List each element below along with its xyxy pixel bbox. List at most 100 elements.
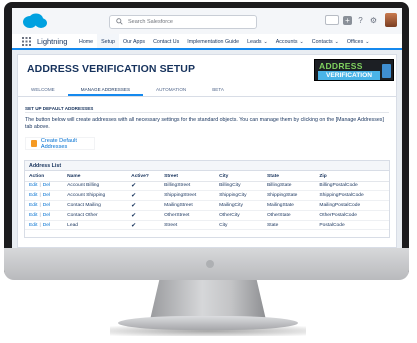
nav-item-label: Our Apps [122,39,146,45]
cell-zip: BillingPostalCode [315,181,389,192]
monitor-stand-neck [150,280,266,320]
help-icon[interactable]: ? [356,16,365,25]
action-separator: | [39,183,41,189]
section-heading: SET UP DEFAULT ADDRESSES [25,106,94,111]
nav-item-contacts[interactable]: Contacts ⌄ [308,34,343,50]
cell-city: OtherCity [215,210,263,221]
tab-beta[interactable]: BETA [199,83,237,96]
gear-icon[interactable]: ⚙ [369,16,378,25]
cell-active: ✔ [127,181,161,192]
nav-item-label: Contacts [311,39,333,45]
row-actions: Edit | Del [25,190,64,202]
delete-link[interactable]: Del [43,213,50,218]
nav-item-leads[interactable]: Leads ⌄ [243,34,272,50]
nav-item-label: Setup [101,39,115,45]
create-button-label: Create Default Addresses [40,137,77,150]
logo-text-top: ADDRESS [319,61,363,71]
chevron-down-icon[interactable]: ⌄ [264,39,268,45]
nav-item-label: Accounts [275,39,298,45]
edit-link[interactable]: Edit [29,213,37,218]
nav-item-implementation-guide[interactable]: Implementation Guide [183,34,243,50]
nav-item-label: Contact Us [153,39,180,45]
nav-item-contact-us[interactable]: Contact Us [149,34,183,50]
cell-street: MailingStreet [160,200,216,211]
section-description: The button below will create addresses w… [25,117,384,130]
action-separator: | [39,202,41,208]
cell-street: ShippingStreet [160,190,216,202]
app-name: Lightning [37,37,68,46]
cell-name: Contact Other [63,210,128,221]
cell-state: ShippingState [262,190,316,202]
header-utilities: + ? ⚙ ♪ [325,15,391,25]
address-table: Action Name Active? Street City State Zip Edit… [25,172,389,231]
tab-manage-addresses[interactable]: MANAGE ADDRESSES [67,83,144,96]
cell-active: ✔ [127,190,161,202]
column-header: City [215,172,263,182]
cell-active: ✔ [127,200,161,211]
create-default-addresses-button[interactable]: Create Default Addresses [25,137,95,150]
chevron-down-icon[interactable]: ⌄ [365,39,369,45]
cell-zip: OtherPostalCode [315,210,389,221]
column-header: Zip [315,172,389,182]
chevron-down-icon[interactable]: ⌄ [335,39,339,45]
cell-street: BillingStreet [160,181,216,192]
address-list-title: Address List [25,161,389,171]
global-search-input[interactable]: Search Salesforce [109,15,257,29]
cell-city: MailingCity [215,200,263,211]
cell-name: Account Billing [63,181,128,192]
cell-zip: PostalCode [315,220,389,231]
cell-name: Lead [63,220,128,231]
nav-item-our-apps[interactable]: Our Apps [119,34,149,50]
monitor-chin [4,248,409,280]
delete-link[interactable]: Del [43,193,50,198]
cell-street: Street [160,220,216,231]
page-title: ADDRESS VERIFICATION SETUP [27,63,196,75]
row-actions: Edit | Del [25,220,64,231]
search-icon [116,18,123,25]
cell-name: Contact Mailing [63,200,128,211]
nav-item-label: Implementation Guide [187,39,240,45]
global-header: Search Salesforce + ? ⚙ ♪ [12,8,402,34]
table-header-row: Action Name Active? Street City State Zip [25,172,389,182]
nav-item-setup[interactable]: Setup [97,34,119,50]
create-icon [31,140,37,147]
delete-link[interactable]: Del [43,223,50,228]
edit-link[interactable]: Edit [29,203,37,208]
column-header: Active? [127,172,161,182]
tab-welcome[interactable]: WELCOME [18,83,68,96]
add-icon[interactable]: + [343,15,352,25]
setup-tabs: WELCOME MANAGE ADDRESSES AUTOMATION BETA [18,83,396,97]
section-divider [25,112,389,113]
nav-item-label: Home [79,39,94,45]
cell-state: OtherState [262,210,316,221]
address-verification-logo: ADDRESS VERIFICATION [314,59,394,81]
edit-link[interactable]: Edit [29,183,37,188]
monitor-logo-icon [206,260,214,268]
search-placeholder: Search Salesforce [128,19,173,25]
row-actions: Edit | Del [25,181,64,192]
chevron-down-icon[interactable]: ⌄ [300,39,304,45]
delete-link[interactable]: Del [43,203,50,208]
table-body: Edit | Del Account Billing ✔ BillingStreet Bil… [25,181,389,231]
logo-text-bottom: VERIFICATION [318,71,380,80]
nav-item-accounts[interactable]: Accounts ⌄ [272,34,308,50]
cell-street: OtherStreet [160,210,216,221]
avatar[interactable] [385,13,397,27]
nav-item-offices[interactable]: Offices ⌄ [343,34,374,50]
cell-state: MailingState [262,200,316,211]
table-row: Edit | Del Lead ✔ Street City State PostalCode [25,220,389,231]
nav-item-home[interactable]: Home [75,34,97,50]
nav-items: Home Setup Our Apps Contact Us Implementatio… [75,34,373,50]
app-screen: Search Salesforce + ? ⚙ ♪ Lightning Ho [12,8,402,248]
cell-state: State [262,220,316,231]
edit-link[interactable]: Edit [29,193,37,198]
cell-name: Account Shipping [63,190,128,202]
delete-link[interactable]: Del [43,183,50,188]
nav-item-label: Offices [346,39,364,45]
edit-link[interactable]: Edit [29,223,37,228]
action-separator: | [39,222,41,228]
app-launcher-icon[interactable] [22,37,31,46]
salesforce-cloud-logo-icon[interactable] [22,13,48,29]
tab-automation[interactable]: AUTOMATION [143,83,199,96]
favorites-icon[interactable] [325,15,339,25]
